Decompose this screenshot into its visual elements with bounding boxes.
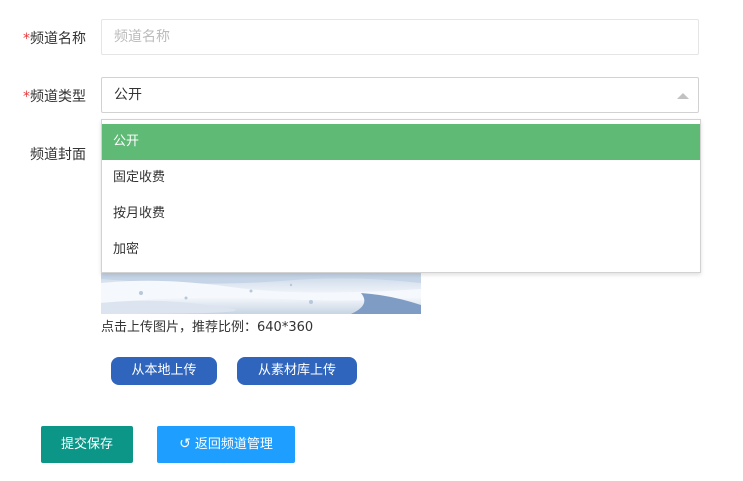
required-mark: * <box>23 89 30 105</box>
required-mark: * <box>23 31 30 47</box>
upload-local-button[interactable]: 从本地上传 <box>111 357 217 385</box>
back-to-channel-management-button[interactable]: ↺ 返回频道管理 <box>157 426 295 463</box>
cover-upload-hint: 点击上传图片，推荐比例：640*360 <box>101 320 314 335</box>
undo-icon: ↺ <box>179 436 191 452</box>
caret-up-icon <box>677 93 689 99</box>
channel-type-label: *频道类型 <box>23 89 86 105</box>
channel-name-input[interactable]: 频道名称 <box>101 19 699 55</box>
channel-type-selected-value: 公开 <box>114 87 142 103</box>
channel-cover-label: 频道封面 <box>30 147 86 163</box>
cover-image-preview[interactable] <box>101 273 421 314</box>
back-button-label: 返回频道管理 <box>194 437 273 452</box>
dropdown-option[interactable]: 按月收费 <box>102 196 700 232</box>
submit-save-button[interactable]: 提交保存 <box>41 426 133 463</box>
upload-library-button[interactable]: 从素材库上传 <box>237 357 357 385</box>
dropdown-option[interactable]: 公开 <box>102 124 700 160</box>
dropdown-option[interactable]: 加密 <box>102 232 700 268</box>
channel-type-dropdown: 公开 固定收费 按月收费 加密 <box>101 119 701 273</box>
channel-name-label: *频道名称 <box>23 31 86 47</box>
channel-type-select[interactable]: 公开 <box>101 77 699 113</box>
snow-landscape-image <box>101 273 421 314</box>
dropdown-option[interactable]: 固定收费 <box>102 160 700 196</box>
